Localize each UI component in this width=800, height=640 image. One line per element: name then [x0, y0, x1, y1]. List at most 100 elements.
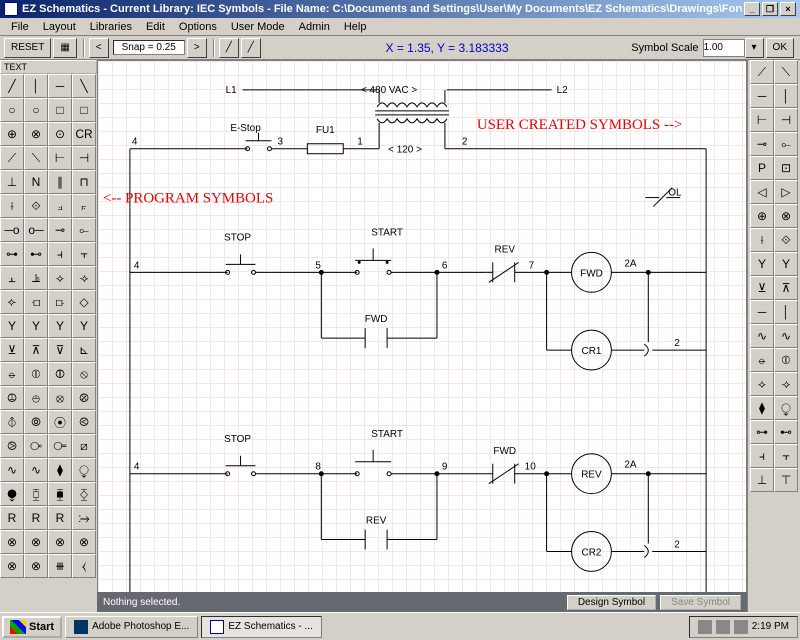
program-symbol-44[interactable]: ⊻ — [0, 338, 24, 362]
next-button[interactable]: > — [187, 38, 207, 58]
program-symbol-59[interactable]: ⧀ — [72, 410, 96, 434]
program-symbol-62[interactable]: ⧃ — [48, 434, 72, 458]
program-symbol-5[interactable]: ○ — [24, 98, 48, 122]
program-symbol-23[interactable]: ⟔ — [72, 194, 96, 218]
program-symbol-68[interactable]: ⧭ — [0, 482, 24, 506]
program-symbol-18[interactable]: ∥ — [48, 170, 72, 194]
program-symbol-28[interactable]: ⊶ — [0, 242, 24, 266]
user-symbol-31[interactable]: ⊷ — [774, 420, 798, 444]
program-symbol-12[interactable]: ⟋ — [0, 146, 24, 170]
program-symbol-6[interactable]: □ — [48, 98, 72, 122]
menu-file[interactable]: File — [4, 21, 36, 33]
program-symbol-22[interactable]: ⟓ — [48, 194, 72, 218]
scale-dropdown-button[interactable]: ▾ — [745, 38, 764, 58]
menu-libraries[interactable]: Libraries — [83, 21, 139, 33]
user-symbol-14[interactable]: ⟊ — [750, 228, 774, 252]
program-symbol-21[interactable]: ⟐ — [24, 194, 48, 218]
program-symbol-75[interactable]: ⧴ — [72, 506, 96, 530]
program-symbol-49[interactable]: ⦶ — [24, 362, 48, 386]
program-symbol-46[interactable]: ⊽ — [48, 338, 72, 362]
user-symbol-32[interactable]: ⫞ — [750, 444, 774, 468]
user-symbol-34[interactable]: ⊥ — [750, 468, 774, 492]
tray-icon-3[interactable] — [734, 620, 748, 634]
user-symbol-21[interactable]: │ — [774, 300, 798, 324]
program-symbol-67[interactable]: ⧬ — [72, 458, 96, 482]
program-symbol-69[interactable]: ⧮ — [24, 482, 48, 506]
program-symbol-20[interactable]: ⟊ — [0, 194, 24, 218]
tray-icon-2[interactable] — [716, 620, 730, 634]
taskbar-item-photoshop[interactable]: Adobe Photoshop E... — [65, 616, 198, 638]
user-symbol-13[interactable]: ⊗ — [774, 204, 798, 228]
program-symbol-0[interactable]: ╱ — [0, 74, 24, 98]
user-symbol-18[interactable]: ⊻ — [750, 276, 774, 300]
program-symbol-24[interactable]: ─o — [0, 218, 24, 242]
user-symbol-11[interactable]: ▷ — [774, 180, 798, 204]
program-symbol-36[interactable]: ⟣ — [0, 290, 24, 314]
ok-button[interactable]: OK — [766, 38, 794, 58]
program-symbol-82[interactable]: ⧻ — [48, 554, 72, 578]
user-symbol-26[interactable]: ⟡ — [750, 372, 774, 396]
program-symbol-55[interactable]: ⦼ — [72, 386, 96, 410]
program-symbol-30[interactable]: ⫞ — [48, 242, 72, 266]
user-symbol-33[interactable]: ⫟ — [774, 444, 798, 468]
prev-button[interactable]: < — [89, 38, 109, 58]
user-symbol-2[interactable]: ─ — [750, 84, 774, 108]
program-symbol-1[interactable]: │ — [24, 74, 48, 98]
snap-display[interactable]: Snap = 0.25 — [113, 40, 185, 55]
program-symbol-63[interactable]: ⧄ — [72, 434, 96, 458]
program-symbol-2[interactable]: ─ — [48, 74, 72, 98]
user-symbol-7[interactable]: ⟜ — [774, 132, 798, 156]
program-symbol-73[interactable]: R — [24, 506, 48, 530]
user-symbol-25[interactable]: ⦶ — [774, 348, 798, 372]
user-symbol-35[interactable]: ⊤ — [774, 468, 798, 492]
program-symbol-8[interactable]: ⊕ — [0, 122, 24, 146]
program-symbol-60[interactable]: ⧁ — [0, 434, 24, 458]
user-symbol-29[interactable]: ⧬ — [774, 396, 798, 420]
reset-button[interactable]: RESET — [4, 38, 51, 58]
program-symbol-52[interactable]: ⦹ — [0, 386, 24, 410]
program-symbol-16[interactable]: ⊥ — [0, 170, 24, 194]
program-symbol-58[interactable]: ⦿ — [48, 410, 72, 434]
program-symbol-78[interactable]: ⊗ — [48, 530, 72, 554]
program-symbol-71[interactable]: ⧰ — [72, 482, 96, 506]
program-symbol-81[interactable]: ⊗ — [24, 554, 48, 578]
user-symbol-1[interactable]: ⟍ — [774, 60, 798, 84]
menu-usermode[interactable]: User Mode — [224, 21, 292, 33]
program-symbol-40[interactable]: Y — [0, 314, 24, 338]
program-symbol-17[interactable]: N — [24, 170, 48, 194]
program-symbol-80[interactable]: ⊗ — [0, 554, 24, 578]
user-symbol-23[interactable]: ∿ — [774, 324, 798, 348]
program-symbol-13[interactable]: ⟍ — [24, 146, 48, 170]
close-button[interactable]: × — [780, 2, 796, 16]
program-symbol-45[interactable]: ⊼ — [24, 338, 48, 362]
user-symbol-27[interactable]: ⟢ — [774, 372, 798, 396]
maximize-button[interactable]: ❐ — [762, 2, 778, 16]
user-symbol-5[interactable]: ⊣ — [774, 108, 798, 132]
user-symbol-24[interactable]: ⦵ — [750, 348, 774, 372]
program-symbol-39[interactable]: ◇ — [72, 290, 96, 314]
program-symbol-35[interactable]: ⟢ — [72, 266, 96, 290]
line-tool2-button[interactable]: ╱ — [241, 38, 261, 58]
program-symbol-42[interactable]: Y — [48, 314, 72, 338]
user-symbol-8[interactable]: P — [750, 156, 774, 180]
menu-layout[interactable]: Layout — [36, 21, 83, 33]
user-symbol-3[interactable]: │ — [774, 84, 798, 108]
minimize-button[interactable]: _ — [744, 2, 760, 16]
program-symbol-50[interactable]: ⦷ — [48, 362, 72, 386]
program-symbol-32[interactable]: ⫠ — [0, 266, 24, 290]
user-symbol-16[interactable]: Y — [750, 252, 774, 276]
program-symbol-47[interactable]: ⊾ — [72, 338, 96, 362]
program-symbol-51[interactable]: ⦸ — [72, 362, 96, 386]
grid-toggle-button[interactable]: ▦ — [53, 38, 76, 58]
program-symbol-56[interactable]: ⦽ — [0, 410, 24, 434]
drawing-canvas[interactable]: L1 L2 < 480 VAC > < 120 > 4 E-Stop 3 FU1 — [97, 60, 747, 612]
user-symbol-9[interactable]: ⊡ — [774, 156, 798, 180]
program-symbol-27[interactable]: ⟜ — [72, 218, 96, 242]
user-symbol-0[interactable]: ⟋ — [750, 60, 774, 84]
program-symbol-14[interactable]: ⊢ — [48, 146, 72, 170]
user-symbol-10[interactable]: ◁ — [750, 180, 774, 204]
program-symbol-15[interactable]: ⊣ — [72, 146, 96, 170]
design-symbol-button[interactable]: Design Symbol — [567, 595, 656, 610]
program-symbol-3[interactable]: ╲ — [72, 74, 96, 98]
program-symbol-54[interactable]: ⦻ — [48, 386, 72, 410]
